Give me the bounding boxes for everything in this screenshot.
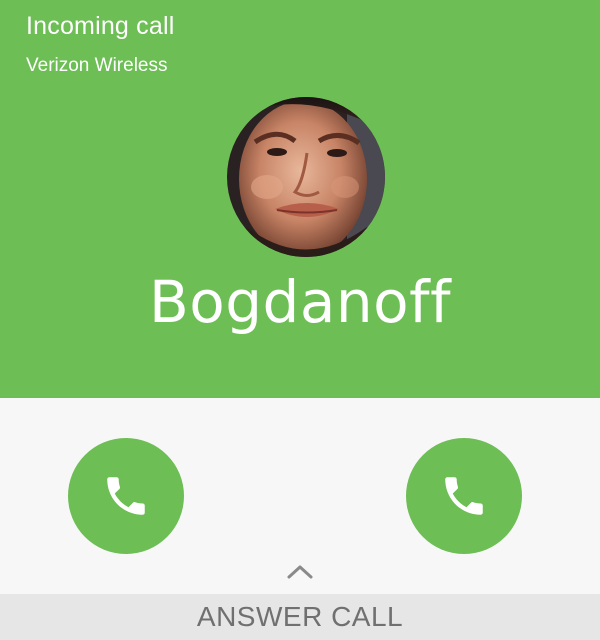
carrier-name: Verizon Wireless — [26, 55, 168, 76]
caller-avatar — [227, 97, 385, 257]
answer-call-bar[interactable]: ANSWER CALL — [0, 594, 600, 640]
phone-icon — [107, 477, 145, 515]
call-status-text: Incoming call — [26, 12, 175, 40]
answer-button-right[interactable] — [406, 438, 522, 554]
caller-panel: Incoming call Verizon Wireless Bogdanoff — [0, 0, 600, 398]
answer-button-left[interactable] — [68, 438, 184, 554]
caller-name: Bogdanoff — [148, 268, 452, 336]
swipe-up-handle[interactable] — [285, 562, 315, 580]
chevron-up-icon — [287, 565, 313, 579]
phone-icon — [445, 477, 483, 515]
caller-photo — [227, 97, 385, 257]
